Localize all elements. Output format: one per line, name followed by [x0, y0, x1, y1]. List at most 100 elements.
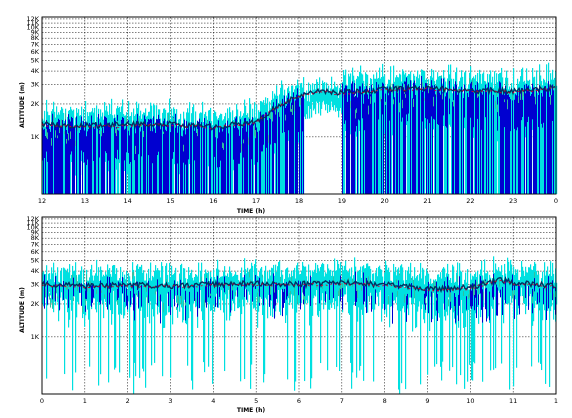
- data-column-core: [238, 129, 239, 164]
- data-column-mid: [51, 138, 52, 146]
- data-column-mid: [356, 108, 357, 113]
- data-column-core: [475, 84, 476, 194]
- data-column-core: [535, 98, 536, 194]
- data-column: [135, 282, 137, 377]
- data-column-core: [217, 138, 218, 168]
- data-column-core: [180, 126, 181, 194]
- data-column-core: [536, 87, 537, 194]
- data-column-core: [155, 132, 156, 194]
- data-column-core: [363, 103, 364, 194]
- data-column-core: [502, 286, 503, 316]
- data-column-core: [197, 291, 198, 317]
- data-column-core: [223, 129, 224, 194]
- data-column-core: [435, 94, 436, 194]
- data-column-mid: [425, 297, 426, 304]
- data-column-mid: [210, 293, 211, 296]
- x-tick-label: 9: [425, 397, 429, 405]
- data-column-core: [60, 126, 61, 194]
- data-column-mid: [159, 295, 160, 302]
- data-column-core: [213, 126, 214, 194]
- data-column-core: [219, 132, 220, 168]
- data-column-core: [214, 125, 215, 157]
- data-column-core: [289, 100, 290, 194]
- data-column-mid: [357, 289, 358, 298]
- data-column-core: [171, 124, 172, 194]
- data-column-mid: [49, 293, 50, 300]
- x-tick-label: 10: [466, 397, 474, 405]
- data-column-mid: [442, 93, 443, 100]
- data-column-core: [79, 132, 80, 194]
- data-column-core: [237, 127, 238, 194]
- data-column-core: [194, 130, 195, 161]
- data-column-mid: [57, 135, 58, 139]
- data-column-mid: [304, 296, 305, 305]
- data-column-core: [84, 130, 85, 163]
- data-column-core: [367, 94, 368, 194]
- x-tick-label: 7: [340, 397, 344, 405]
- data-column-mid: [550, 289, 551, 293]
- data-column-mid: [367, 82, 368, 90]
- data-column-core: [181, 135, 182, 194]
- data-column-core: [58, 118, 59, 194]
- data-column-core: [165, 129, 166, 194]
- data-column-core: [445, 96, 446, 127]
- data-column-mid: [185, 302, 186, 306]
- data-column-core: [160, 129, 161, 194]
- data-column-mid: [178, 296, 179, 306]
- data-column-mid: [463, 291, 464, 296]
- data-column-core: [518, 96, 519, 194]
- data-column-core: [378, 84, 379, 120]
- data-column-core: [551, 95, 552, 194]
- data-column-core: [410, 80, 411, 194]
- data-column-core: [161, 125, 162, 194]
- data-column-core: [421, 75, 422, 194]
- data-column-mid: [109, 288, 110, 293]
- data-column-core: [544, 86, 545, 194]
- data-column-core: [405, 81, 406, 194]
- data-column-core: [547, 88, 548, 194]
- data-column-mid: [285, 114, 286, 121]
- data-column-mid: [350, 100, 351, 109]
- data-column-core: [124, 284, 125, 302]
- data-column-core: [407, 293, 408, 305]
- data-column-mid: [290, 105, 291, 112]
- data-column-core: [81, 116, 82, 151]
- data-column-core: [364, 286, 365, 302]
- data-column-core: [204, 117, 205, 194]
- data-column-core: [486, 287, 487, 322]
- data-column-mid: [258, 289, 259, 292]
- data-column-mid: [183, 300, 184, 307]
- data-column-core: [126, 288, 127, 306]
- data-column-mid: [82, 306, 83, 313]
- data-column-mid: [70, 131, 71, 139]
- data-column-core: [154, 128, 155, 194]
- data-column-core: [245, 117, 246, 194]
- data-column-core: [437, 294, 438, 321]
- data-column-mid: [507, 99, 508, 110]
- data-column-core: [185, 290, 186, 321]
- data-column-core: [168, 124, 169, 194]
- data-column-core: [218, 120, 219, 194]
- data-column-core: [93, 127, 94, 161]
- data-column-core: [458, 294, 459, 321]
- data-column-core: [180, 279, 181, 296]
- data-column-mid: [55, 130, 56, 138]
- data-column-mid: [441, 75, 442, 79]
- data-column-mid: [117, 299, 118, 305]
- y-tick-label: 1K: [31, 133, 40, 141]
- data-column-core: [418, 88, 419, 194]
- y-tick-label: 6K: [31, 48, 40, 56]
- data-column-core: [189, 291, 190, 305]
- data-column-core: [177, 132, 178, 164]
- y-tick-label: 3K: [31, 281, 40, 289]
- data-column-mid: [206, 274, 207, 279]
- data-column-core: [242, 127, 243, 194]
- data-column-core: [87, 131, 88, 160]
- data-column-core: [426, 83, 427, 194]
- data-column-mid: [66, 138, 67, 144]
- data-column-core: [301, 97, 302, 194]
- data-column-core: [455, 81, 456, 194]
- data-column-core: [298, 280, 299, 296]
- data-column-mid: [99, 130, 100, 134]
- data-column-core: [489, 291, 490, 321]
